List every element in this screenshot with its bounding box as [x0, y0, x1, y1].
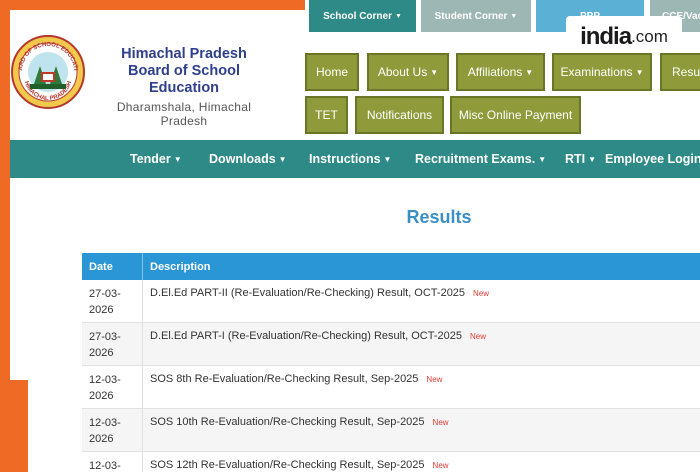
table-body: 27-03- 2026 D.El.Ed PART-II (Re-Evaluatio…	[82, 280, 700, 472]
watermark-suffix: .com	[631, 27, 668, 46]
chevron-down-icon: ▼	[394, 12, 402, 20]
row-date-line1: 27-03-	[89, 331, 121, 343]
frame-top-border	[0, 0, 305, 10]
row-date-line2: 2026	[89, 347, 114, 359]
table-row: 12-03- 2026 SOS 10th Re-Evaluation/Re-Che…	[82, 409, 700, 452]
chevron-down-icon: ▼	[430, 67, 439, 77]
row-description: D.El.Ed PART-II (Re-Evaluation/Re-Checki…	[143, 280, 700, 322]
page-title: Results	[406, 207, 472, 227]
column-header-description: Description	[150, 261, 211, 273]
nav-examinations-button[interactable]: Examinations ▼	[552, 53, 652, 91]
nav-about-label: About Us	[377, 65, 428, 79]
row-date: 12-03- 2026	[82, 409, 143, 451]
row-description: D.El.Ed PART-I (Re-Evaluation/Re-Checkin…	[143, 323, 700, 365]
frame-bottom-left-border	[0, 380, 28, 472]
new-badge: New	[432, 461, 449, 470]
nav-notifications-label: Notifications	[366, 108, 433, 122]
row-date-line2: 2026	[89, 304, 114, 316]
result-link[interactable]: SOS 10th Re-Evaluation/Re-Checking Resul…	[150, 416, 425, 428]
tab-student-corner[interactable]: Student Corner ▼	[421, 0, 531, 32]
row-date-line1: 12-03-	[89, 460, 121, 472]
nav-instructions[interactable]: Instructions ▼	[309, 140, 391, 178]
nav-downloads-label: Downloads	[209, 152, 276, 166]
tab-school-corner-label: School Corner	[323, 10, 392, 22]
row-date-line2: 2026	[89, 433, 114, 445]
table-row: 27-03- 2026 D.El.Ed PART-I (Re-Evaluation…	[82, 323, 700, 366]
chevron-down-icon: ▼	[510, 12, 518, 20]
nav-employee-login[interactable]: Employee Login	[605, 140, 700, 178]
org-name-line1: Himachal Pradesh	[121, 46, 247, 62]
nav-recruitment-label: Recruitment Exams.	[415, 152, 536, 166]
row-date-line2: 2026	[89, 390, 114, 402]
chevron-down-icon: ▼	[588, 154, 597, 164]
org-location: Dharamshala, Himachal Pradesh	[116, 100, 252, 128]
results-table: Date Description 27-03- 2026 D.El.Ed PART…	[82, 253, 700, 472]
nav-instructions-label: Instructions	[309, 152, 381, 166]
nav-affiliations-button[interactable]: Affiliations ▼	[456, 53, 545, 91]
nav-tender-label: Tender	[130, 152, 171, 166]
nav-tender[interactable]: Tender ▼	[130, 140, 182, 178]
chevron-down-icon: ▼	[278, 154, 287, 164]
chevron-down-icon: ▼	[525, 67, 534, 77]
result-link[interactable]: SOS 8th Re-Evaluation/Re-Checking Result…	[150, 373, 418, 385]
nav-misc-payment-label: Misc Online Payment	[458, 108, 573, 122]
nav-rti[interactable]: RTI ▼	[565, 140, 596, 178]
row-date: 12-03-	[82, 452, 143, 472]
result-link[interactable]: SOS 12th Re-Evaluation/Re-Checking Resul…	[150, 459, 425, 471]
row-date: 27-03- 2026	[82, 280, 143, 322]
new-badge: New	[426, 375, 443, 384]
nav-recruitment[interactable]: Recruitment Exams. ▼	[415, 140, 546, 178]
nav-employee-login-label: Employee Login	[605, 152, 700, 166]
tab-school-corner[interactable]: School Corner ▼	[309, 0, 416, 32]
row-date: 12-03- 2026	[82, 366, 143, 408]
row-date: 27-03- 2026	[82, 323, 143, 365]
nav-results-label: Resul	[672, 65, 700, 79]
new-badge: New	[473, 289, 490, 298]
new-badge: New	[432, 418, 449, 427]
row-date-line1: 12-03-	[89, 374, 121, 386]
nav-home-label: Home	[315, 65, 348, 79]
nav-examinations-label: Examinations	[560, 65, 633, 79]
column-header-date: Date	[82, 253, 143, 280]
org-name-line2: Board of School Education	[128, 63, 240, 96]
nav-results-button[interactable]: Resul	[660, 53, 700, 91]
nav-home-button[interactable]: Home	[305, 53, 359, 91]
org-name-block: Himachal Pradesh Board of School Educati…	[94, 46, 274, 128]
result-link[interactable]: D.El.Ed PART-II (Re-Evaluation/Re-Checki…	[150, 287, 465, 299]
row-date-line1: 27-03-	[89, 288, 121, 300]
row-description: SOS 10th Re-Evaluation/Re-Checking Resul…	[143, 409, 700, 451]
nav-affiliations-label: Affiliations	[467, 65, 523, 79]
chevron-down-icon: ▼	[635, 67, 644, 77]
result-link[interactable]: D.El.Ed PART-I (Re-Evaluation/Re-Checkin…	[150, 330, 462, 342]
nav-rti-label: RTI	[565, 152, 586, 166]
nav-downloads[interactable]: Downloads ▼	[209, 140, 287, 178]
board-seal-logo[interactable]: BOARD OF SCHOOL EDUCATION HIMACHAL PRADE…	[10, 34, 86, 110]
row-description: SOS 8th Re-Evaluation/Re-Checking Result…	[143, 366, 700, 408]
nav-misc-payment-button[interactable]: Misc Online Payment	[450, 96, 581, 134]
chevron-down-icon: ▼	[173, 154, 182, 164]
table-header: Date Description	[82, 253, 700, 280]
row-description: SOS 12th Re-Evaluation/Re-Checking Resul…	[143, 452, 700, 472]
nav-tet-button[interactable]: TET	[305, 96, 348, 134]
chevron-down-icon: ▼	[538, 154, 547, 164]
nav-tet-label: TET	[315, 108, 338, 122]
india-com-watermark: india .com	[566, 16, 682, 58]
tab-student-corner-label: Student Corner	[434, 10, 508, 22]
watermark-brand: india	[580, 23, 632, 50]
nav-about-button[interactable]: About Us ▼	[367, 53, 449, 91]
new-badge: New	[470, 332, 487, 341]
chevron-down-icon: ▼	[383, 154, 392, 164]
nav-notifications-button[interactable]: Notifications	[355, 96, 444, 134]
table-row: 27-03- 2026 D.El.Ed PART-II (Re-Evaluatio…	[82, 280, 700, 323]
row-date-line1: 12-03-	[89, 417, 121, 429]
table-row: 12-03- 2026 SOS 8th Re-Evaluation/Re-Chec…	[82, 366, 700, 409]
table-row: 12-03- SOS 12th Re-Evaluation/Re-Checkin…	[82, 452, 700, 472]
